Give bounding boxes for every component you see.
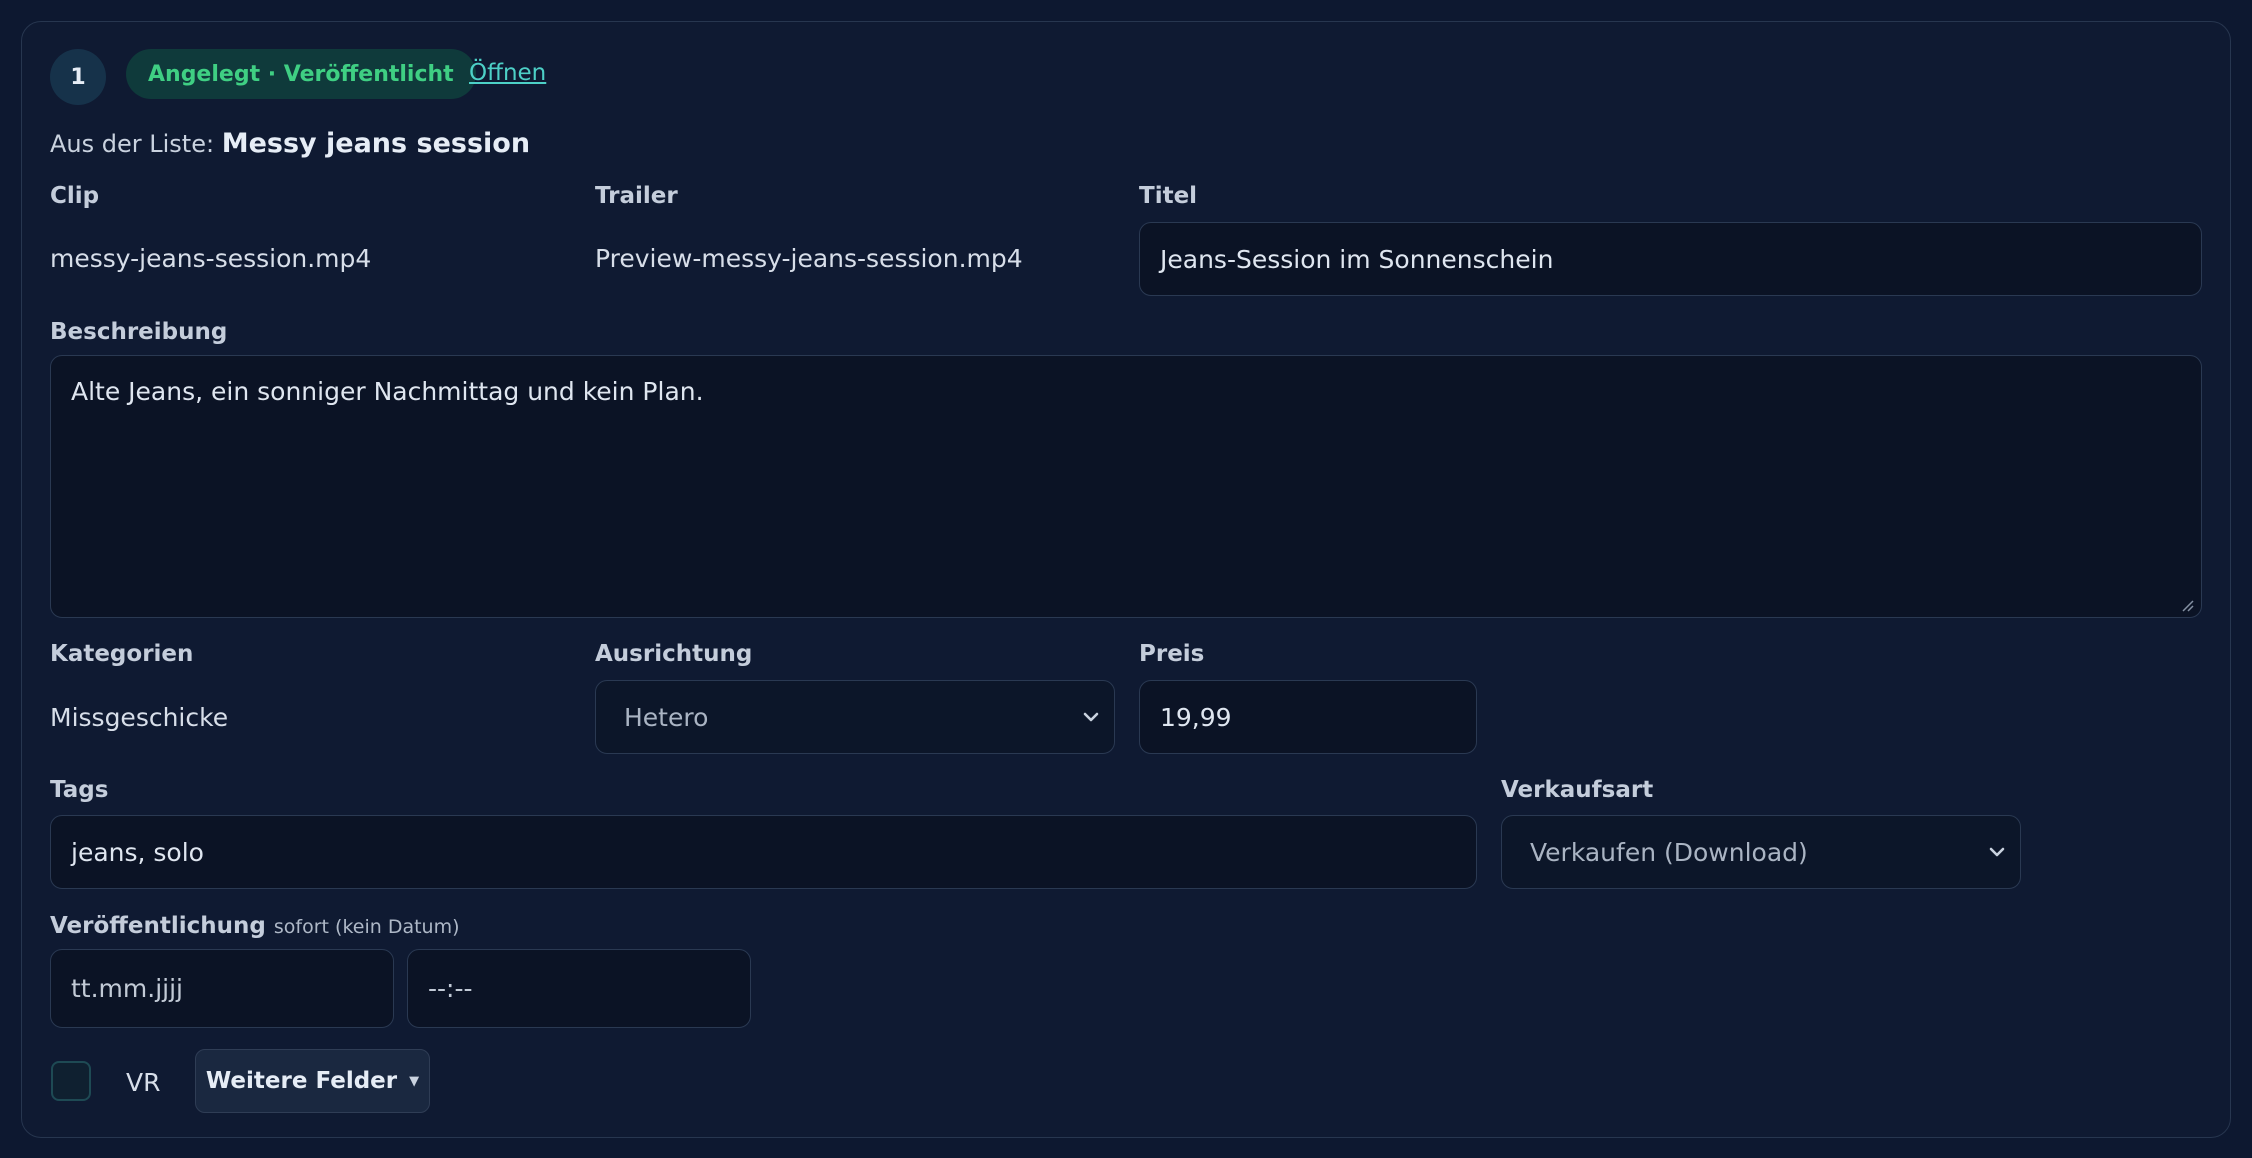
more-fields-label: Weitere Felder — [205, 1068, 398, 1094]
tags-label: Tags — [50, 777, 109, 803]
resize-handle-icon[interactable] — [2180, 598, 2194, 612]
caret-down-icon: ▼ — [409, 1073, 420, 1089]
clip-label: Clip — [50, 183, 100, 209]
more-fields-button[interactable]: Weitere Felder ▼ — [195, 1049, 430, 1113]
description-wrap: Alte Jeans, ein sonniger Nachmittag und … — [50, 355, 2202, 618]
price-label: Preis — [1139, 641, 1205, 667]
chevron-down-icon — [1989, 847, 2005, 857]
time-placeholder: --:-- — [428, 974, 473, 1003]
vr-checkbox[interactable] — [51, 1061, 91, 1101]
chevron-down-icon — [1083, 712, 1099, 722]
clip-value: messy-jeans-session.mp4 — [50, 244, 372, 273]
title-label: Titel — [1139, 183, 1198, 209]
trailer-label: Trailer — [595, 183, 678, 209]
price-input[interactable]: 19,99 — [1139, 680, 1477, 754]
status-badge: Angelegt · Veröffentlicht — [126, 49, 476, 99]
tags-input-value: jeans, solo — [71, 837, 204, 867]
trailer-value: Preview-messy-jeans-session.mp4 — [595, 244, 1023, 273]
source-list-line: Aus der Liste: Messy jeans session — [50, 128, 530, 159]
sale-type-label: Verkaufsart — [1501, 777, 1654, 803]
date-placeholder: tt.mm.jjjj — [71, 974, 183, 1003]
publication-hint: sofort (kein Datum) — [273, 916, 460, 938]
publication-label-text: Veröffentlichung — [50, 913, 266, 939]
price-input-value: 19,99 — [1160, 702, 1232, 732]
tags-input[interactable]: jeans, solo — [50, 815, 1477, 889]
title-input[interactable]: Jeans-Session im Sonnenschein — [1139, 222, 2202, 296]
vr-label: VR — [126, 1068, 161, 1097]
categories-value: Missgeschicke — [50, 703, 229, 732]
description-label: Beschreibung — [50, 319, 228, 345]
orientation-label: Ausrichtung — [595, 641, 753, 667]
open-link[interactable]: Öffnen — [469, 60, 546, 86]
publication-label: Veröffentlichung sofort (kein Datum) — [50, 913, 460, 939]
publication-time-input[interactable]: --:-- — [407, 949, 751, 1028]
orientation-select[interactable]: Hetero — [595, 680, 1115, 754]
source-name: Messy jeans session — [221, 128, 531, 159]
title-input-value: Jeans-Session im Sonnenschein — [1160, 244, 1554, 274]
source-prefix: Aus der Liste: — [50, 130, 215, 158]
item-index-badge: 1 — [50, 49, 106, 105]
description-textarea[interactable]: Alte Jeans, ein sonniger Nachmittag und … — [50, 355, 2202, 618]
sale-type-selected: Verkaufen (Download) — [1530, 837, 1808, 867]
orientation-selected: Hetero — [624, 702, 709, 732]
publication-date-input[interactable]: tt.mm.jjjj — [50, 949, 394, 1028]
categories-label: Kategorien — [50, 641, 194, 667]
sale-type-select[interactable]: Verkaufen (Download) — [1501, 815, 2021, 889]
